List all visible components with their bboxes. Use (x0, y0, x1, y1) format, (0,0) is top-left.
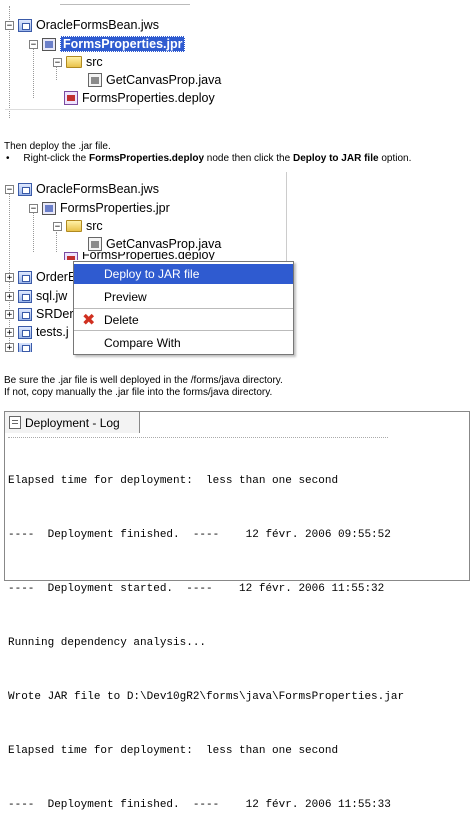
tree-node-label: sql.jw (36, 289, 68, 303)
tree-node-label: tests.j (36, 325, 69, 339)
tree-node-src[interactable]: − src (53, 53, 103, 71)
menu-item-compare-with[interactable]: Compare With (74, 333, 293, 353)
tree-guide-line (33, 212, 34, 252)
tree-node-partial[interactable]: + sql.jw (5, 287, 67, 305)
instruction-bullet: • Right-click the FormsProperties.deploy… (6, 153, 412, 164)
log-line: ---- Deployment finished. ---- 12 févr. … (8, 529, 391, 541)
tree-node-label: SRDer (36, 307, 74, 321)
menu-item-delete[interactable]: ✖ Delete (74, 310, 293, 330)
project-icon (42, 201, 56, 215)
tree1-cut-bottom-row (5, 109, 140, 118)
workspace-icon (18, 18, 32, 32)
java-file-icon (88, 237, 102, 251)
log-line: Elapsed time for deployment: less than o… (8, 745, 339, 757)
tree-node-workspace[interactable]: − OracleFormsBean.jws (5, 16, 159, 34)
tree-node-label: GetCanvasProp.java (106, 237, 222, 251)
tree-node-workspace[interactable]: − OracleFormsBean.jws (5, 180, 159, 198)
collapse-icon[interactable]: − (29, 203, 38, 213)
collapse-icon[interactable]: − (53, 57, 62, 67)
log-line: Elapsed time for deployment: less than o… (8, 475, 339, 487)
menu-item-deploy-to-jar[interactable]: Deploy to JAR file (74, 264, 293, 284)
tree-node-label: OrderE (36, 270, 77, 284)
log-line: ---- Deployment finished. ---- 12 févr. … (8, 799, 391, 811)
menu-separator (74, 308, 293, 309)
expand-icon[interactable]: + (5, 272, 14, 282)
menu-item-preview[interactable]: Preview (74, 287, 293, 307)
expand-icon[interactable]: + (5, 309, 14, 319)
expand-icon[interactable]: + (5, 327, 14, 337)
log-line: ---- Deployment started. ---- 12 févr. 2… (8, 583, 385, 595)
tree-node-label: FormsProperties.deploy (82, 91, 215, 105)
java-file-icon (88, 73, 102, 87)
log-line: Running dependency analysis... (8, 637, 207, 649)
folder-icon (66, 220, 82, 232)
tree-node-java-file[interactable]: GetCanvasProp.java (88, 71, 221, 89)
tree-node-partial[interactable]: + tests.j (5, 323, 69, 341)
workspace-icon (18, 182, 32, 196)
tree-node-label: GetCanvasProp.java (106, 73, 222, 87)
tree-node-partial-cut[interactable]: + (5, 343, 36, 352)
tree-guide-line (56, 232, 57, 252)
tree-node-label: OracleFormsBean.jws (36, 182, 159, 196)
tree1-cut-top-row (60, 0, 190, 5)
log-icon (9, 416, 21, 429)
instruction-text: Then deploy the .jar file. (4, 141, 111, 152)
tree-node-label: OracleFormsBean.jws (36, 18, 159, 32)
log-output: Elapsed time for deployment: less than o… (8, 436, 466, 832)
workspace-icon (18, 307, 32, 321)
tree-node-deploy[interactable]: FormsProperties.deploy (64, 89, 215, 107)
note-line-1: Be sure the .jar file is well deployed i… (4, 375, 283, 386)
collapse-icon[interactable]: − (29, 39, 38, 49)
tree-node-label-selected: FormsProperties.jpr (60, 36, 186, 52)
workspace-icon (18, 343, 32, 352)
note-line-2: If not, copy manually the .jar file into… (4, 387, 273, 398)
workspace-icon (18, 325, 32, 339)
tree-node-partial[interactable]: + SRDer (5, 305, 74, 323)
tab-deployment-log[interactable]: Deployment - Log (4, 411, 140, 433)
tree-node-src[interactable]: − src (53, 217, 103, 235)
tree-node-label: src (86, 219, 103, 233)
tree-node-label: FormsProperties.jpr (60, 201, 170, 215)
workspace-icon (18, 270, 32, 284)
bullet-icon: • (6, 153, 24, 164)
tree-node-partial[interactable]: + OrderE (5, 268, 76, 286)
expand-icon[interactable]: + (5, 291, 14, 301)
menu-separator (74, 330, 293, 331)
deploy-profile-icon (64, 91, 78, 105)
collapse-icon[interactable]: − (5, 184, 14, 194)
context-menu: Deploy to JAR file Preview ✖ Delete Comp… (73, 261, 294, 355)
tree-node-project[interactable]: − FormsProperties.jpr (29, 199, 170, 217)
project-icon (42, 37, 56, 51)
collapse-icon[interactable]: − (53, 221, 62, 231)
tree-node-java-file[interactable]: GetCanvasProp.java (88, 235, 221, 253)
tree-node-label: src (86, 55, 103, 69)
expand-icon[interactable]: + (5, 343, 14, 352)
delete-icon: ✖ (82, 310, 96, 329)
tree-node-deploy[interactable]: FormsProperties.deploy (64, 252, 215, 260)
folder-icon (66, 56, 82, 68)
log-line: Wrote JAR file to D:\Dev10gR2\forms\java… (8, 691, 405, 703)
tree-node-label: FormsProperties.deploy (82, 252, 215, 260)
collapse-icon[interactable]: − (5, 20, 14, 30)
workspace-icon (18, 289, 32, 303)
deploy-profile-icon (64, 252, 78, 260)
tree-node-project[interactable]: − FormsProperties.jpr (29, 35, 186, 53)
